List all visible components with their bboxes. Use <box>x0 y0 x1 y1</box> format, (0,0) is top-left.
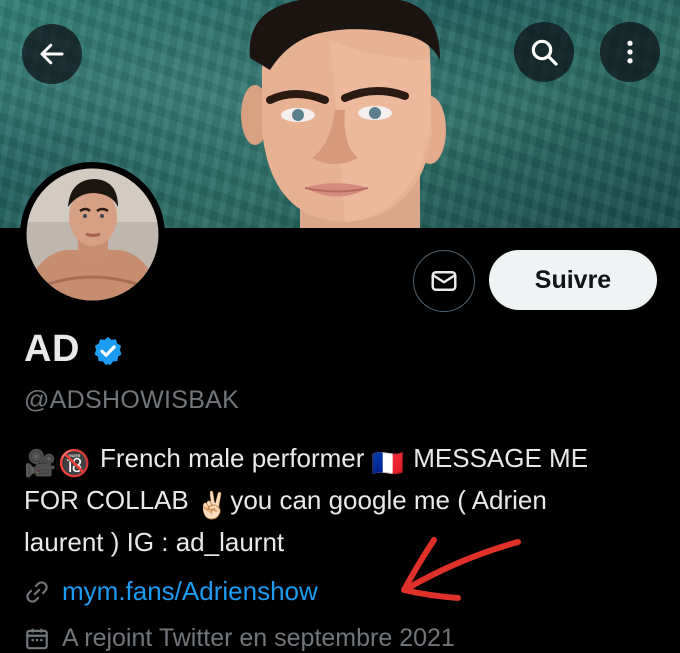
avatar-image <box>20 162 165 307</box>
no-under-18-emoji: 🔞 <box>58 448 91 478</box>
profile-avatar[interactable] <box>20 162 165 307</box>
name-row: AD <box>24 328 124 371</box>
profile-link-row: mym.fans/Adrienshow <box>24 576 318 607</box>
back-button[interactable] <box>22 24 82 84</box>
france-flag-emoji: 🇫🇷 <box>371 448 404 478</box>
bio-line-3: laurent ) IG : ad_laurnt <box>24 527 285 557</box>
display-name: AD <box>24 328 80 370</box>
joined-date: A rejoint Twitter en septembre 2021 <box>62 624 455 652</box>
joined-date-row: A rejoint Twitter en septembre 2021 <box>24 624 455 653</box>
envelope-icon <box>431 271 457 291</box>
more-vertical-icon <box>627 40 633 64</box>
movie-camera-emoji: 🎥 <box>24 448 57 478</box>
profile-bio: 🎥🔞 French male performer 🇫🇷 MESSAGE ME F… <box>24 440 664 561</box>
more-options-button[interactable] <box>600 22 660 82</box>
profile-website-link[interactable]: mym.fans/Adrienshow <box>62 576 318 607</box>
verified-badge-icon <box>94 336 122 365</box>
bio-line-1: 🎥🔞 French male performer 🇫🇷 MESSAGE ME <box>24 440 664 482</box>
search-button[interactable] <box>514 22 574 82</box>
arrow-left-icon <box>40 43 64 65</box>
follow-button[interactable]: Suivre <box>489 250 657 310</box>
link-icon <box>26 580 48 603</box>
profile-handle: @ADSHOWISBAK <box>24 386 240 414</box>
red-annotation-arrow <box>401 537 521 601</box>
calendar-icon <box>26 628 48 649</box>
victory-hand-emoji: ✌🏻 <box>195 490 229 520</box>
bio-line-2: FOR COLLAB ✌🏻you can google me ( Adrien <box>24 482 664 524</box>
message-button[interactable] <box>413 250 475 312</box>
search-icon <box>531 39 558 66</box>
